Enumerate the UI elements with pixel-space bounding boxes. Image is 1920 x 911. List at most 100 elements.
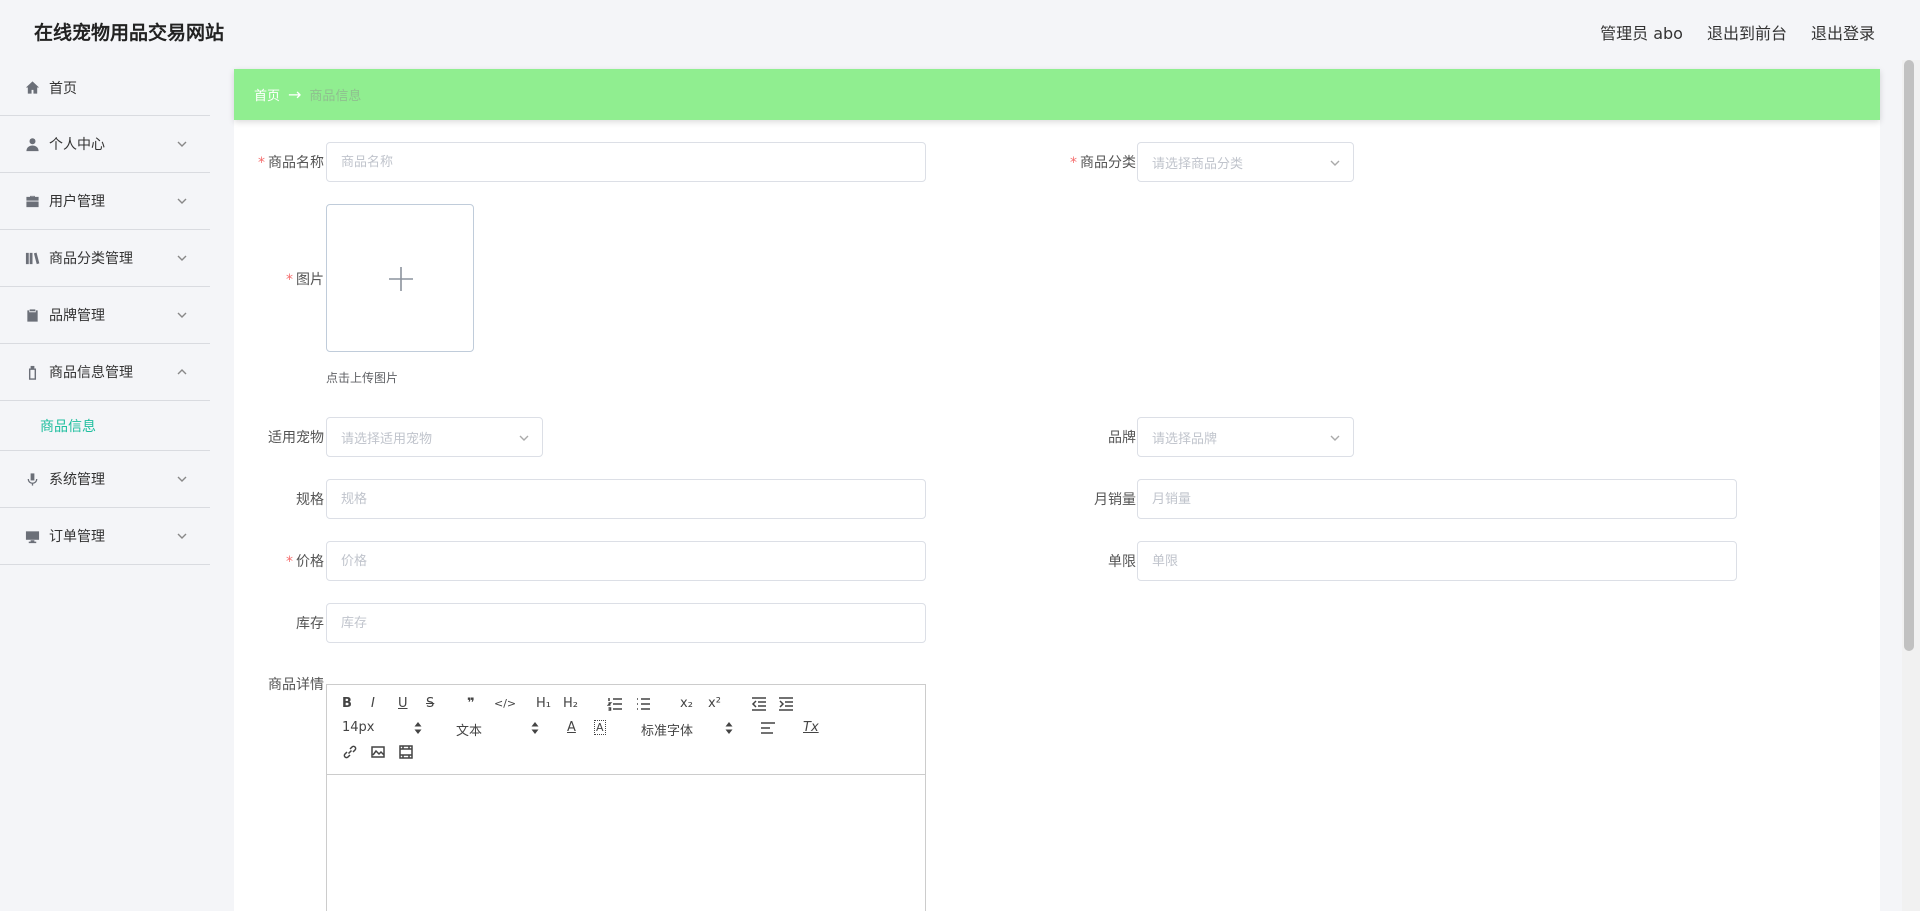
- sidebar-item-label: 首页: [49, 80, 77, 97]
- select-placeholder: 请选择品牌: [1152, 431, 1218, 447]
- sidebar-item-label: 个人中心: [49, 137, 105, 153]
- select-placeholder: 请选择商品分类: [1152, 156, 1244, 172]
- indent-icon: [779, 697, 793, 711]
- sidebar-item-product-info-management[interactable]: 商品信息管理: [0, 344, 210, 401]
- indent-button[interactable]: [778, 696, 794, 717]
- bullet-list-icon: [637, 698, 650, 710]
- strike-button[interactable]: S: [426, 696, 434, 712]
- outdent-button[interactable]: [751, 696, 767, 717]
- chevron-down-icon: [176, 309, 188, 321]
- subscript-button[interactable]: x₂: [680, 696, 693, 712]
- outdent-icon: [751, 697, 766, 711]
- main-content: 首页 → 商品信息 *商品名称 *商品分类 请选择商品分类 *图片 点击上传图片…: [234, 69, 1880, 911]
- product-name-label: * 商品名称: [234, 152, 324, 172]
- font-size-value: 14px: [342, 720, 375, 735]
- select-placeholder: 请选择适用宠物: [341, 431, 433, 447]
- plus-icon: [389, 267, 413, 291]
- required-mark: *: [1070, 155, 1077, 171]
- label-text: 商品详情: [268, 677, 324, 693]
- align-button[interactable]: [760, 720, 776, 741]
- sidebar-item-category-management[interactable]: 商品分类管理: [0, 230, 210, 287]
- label-text: 图片: [296, 272, 324, 288]
- italic-button[interactable]: I: [371, 696, 375, 712]
- sidebar-item-label: 商品分类管理: [49, 251, 133, 267]
- editor-content-area[interactable]: [327, 775, 925, 911]
- sidebar-item-label: 系统管理: [49, 472, 105, 488]
- chevron-down-icon: [1329, 432, 1341, 444]
- books-icon: [24, 250, 40, 266]
- brand-select[interactable]: 请选择品牌: [1137, 417, 1354, 457]
- font-color-button[interactable]: A: [567, 720, 576, 736]
- sidebar-item-brand-management[interactable]: 品牌管理: [0, 287, 210, 344]
- chevron-down-icon: [1329, 157, 1341, 169]
- superscript-button[interactable]: x²: [708, 696, 721, 712]
- chevron-down-icon: [518, 432, 530, 444]
- ordered-list-icon: [606, 698, 622, 711]
- bold-button[interactable]: B: [342, 696, 352, 712]
- image-label: * 图片: [234, 269, 324, 289]
- sidebar-item-label: 商品信息管理: [49, 365, 133, 381]
- image-button[interactable]: [370, 744, 386, 765]
- upload-tip: 点击上传图片: [326, 371, 399, 385]
- bullet-list-button[interactable]: [635, 696, 651, 717]
- required-mark: *: [258, 155, 265, 171]
- sidebar-item-personal-center[interactable]: 个人中心: [0, 116, 210, 173]
- chevron-down-icon: [176, 252, 188, 264]
- block-type-select[interactable]: 文本: [456, 720, 542, 739]
- sidebar-item-user-management[interactable]: 用户管理: [0, 173, 210, 230]
- sidebar-item-order-management[interactable]: 订单管理: [0, 508, 210, 565]
- ordered-list-button[interactable]: [606, 696, 623, 717]
- underline-button[interactable]: U: [398, 696, 408, 712]
- label-text: 适用宠物: [268, 430, 324, 446]
- home-icon: [24, 80, 40, 96]
- brand-label: 品牌: [1046, 427, 1136, 447]
- sidebar-item-home[interactable]: 首页: [0, 60, 210, 116]
- link-button[interactable]: [342, 744, 358, 765]
- background-color-button[interactable]: A: [594, 720, 606, 736]
- admin-label: 管理员 abo: [1600, 24, 1683, 43]
- sidebar: 首页 个人中心 用户管理 商品分类管理 品牌管理 商品信息管理 商品信息 系统管…: [0, 60, 210, 911]
- header-1-button[interactable]: H₁: [536, 696, 551, 712]
- applicable-pet-select[interactable]: 请选择适用宠物: [326, 417, 543, 457]
- sidebar-item-label: 品牌管理: [49, 308, 105, 324]
- breadcrumb-home[interactable]: 首页: [254, 85, 280, 104]
- product-category-label: * 商品分类: [1046, 152, 1136, 172]
- font-size-select[interactable]: 14px: [342, 720, 422, 735]
- label-text: 品牌: [1108, 430, 1136, 446]
- select-arrows-icon: [414, 722, 422, 734]
- scrollbar-thumb[interactable]: [1904, 60, 1914, 651]
- blockquote-button[interactable]: ❞: [467, 696, 475, 712]
- image-upload-button[interactable]: [326, 204, 474, 352]
- font-family-value: 标准字体: [641, 724, 694, 739]
- site-title: 在线宠物用品交易网站: [34, 22, 225, 44]
- product-detail-label: 商品详情: [234, 674, 324, 694]
- product-name-input[interactable]: [326, 142, 926, 182]
- spec-input[interactable]: [326, 479, 926, 519]
- user-icon: [24, 136, 40, 152]
- font-family-select[interactable]: 标准字体: [641, 720, 735, 739]
- top-header: 在线宠物用品交易网站 管理员 abo 退出到前台 退出登录: [0, 0, 1920, 60]
- price-input[interactable]: [326, 541, 926, 581]
- breadcrumb: 首页 → 商品信息: [234, 69, 1880, 120]
- submenu-item-product-info[interactable]: 商品信息: [40, 416, 96, 436]
- header-2-button[interactable]: H₂: [563, 696, 578, 712]
- clear-format-button[interactable]: Tx: [803, 720, 819, 736]
- chevron-down-icon: [176, 195, 188, 207]
- code-block-button[interactable]: </>: [494, 696, 516, 712]
- chevron-up-icon: [176, 366, 188, 378]
- limit-input[interactable]: [1137, 541, 1737, 581]
- monthly-sales-input[interactable]: [1137, 479, 1737, 519]
- briefcase-icon: [24, 193, 40, 209]
- exit-to-frontend-link[interactable]: 退出到前台: [1707, 20, 1787, 44]
- sidebar-item-label: 订单管理: [49, 529, 105, 545]
- rich-text-editor: B I U S ❞ </> H₁ H₂ x₂ x² 14px 文本 A A 标准…: [326, 684, 926, 911]
- stock-input[interactable]: [326, 603, 926, 643]
- label-text: 规格: [296, 492, 324, 508]
- logout-link[interactable]: 退出登录: [1811, 20, 1875, 44]
- applicable-pet-label: 适用宠物: [234, 427, 324, 447]
- sidebar-item-system-management[interactable]: 系统管理: [0, 451, 210, 508]
- product-category-select[interactable]: 请选择商品分类: [1137, 142, 1354, 182]
- video-button[interactable]: [398, 744, 414, 765]
- submenu-product-info: 商品信息: [0, 401, 210, 451]
- label-text: 库存: [296, 616, 324, 632]
